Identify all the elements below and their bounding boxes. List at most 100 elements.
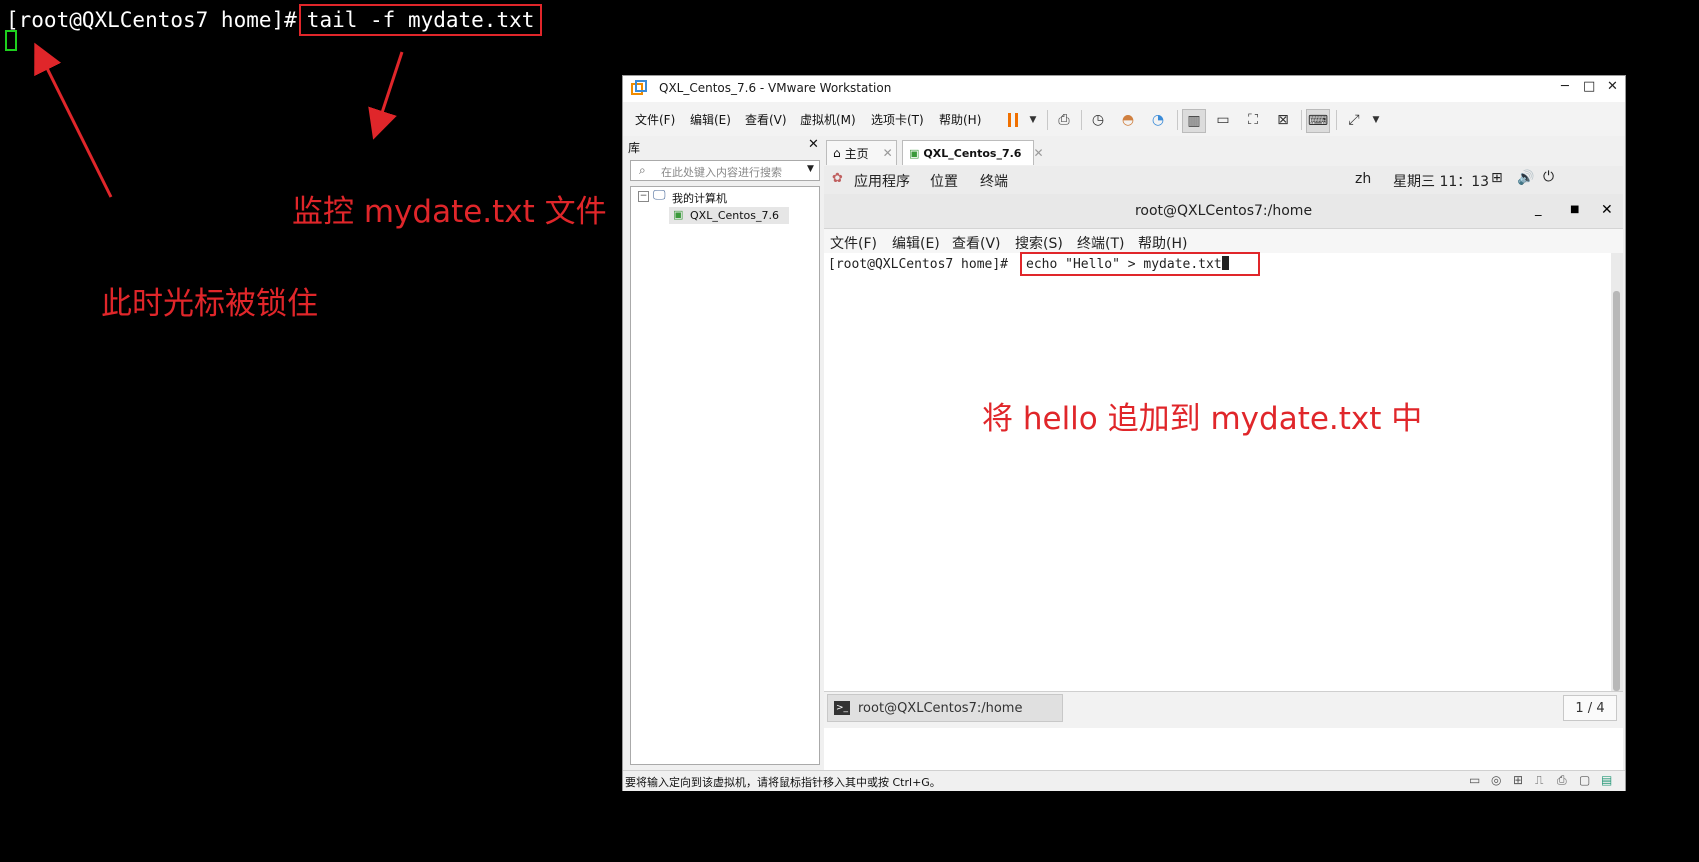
fullscreen-icon[interactable]: ⛶	[1242, 109, 1264, 131]
network-adapter-icon[interactable]: ⊞	[1513, 773, 1523, 787]
guest-scrollbar-thumb[interactable]	[1613, 291, 1620, 691]
tree-item-vm-label: QXL_Centos_7.6	[690, 209, 780, 222]
vm-tabbar: ⌂ 主页 ✕ ▣ QXL_Centos_7.6 ✕	[824, 136, 1623, 166]
library-panel: 库 ✕ ⌕ 在此处键入内容进行搜索 ▼ − 🖵 我的计算机 ▣ QXL_Cent…	[626, 136, 822, 770]
printer-icon[interactable]: ⎙	[1557, 773, 1567, 788]
tree-collapse-icon[interactable]: −	[638, 191, 649, 202]
guest-terminal-title: root@QXLCentos7:/home	[1134, 203, 1313, 219]
snapshot-icon[interactable]: ◷	[1087, 109, 1109, 131]
guest-terminal-body[interactable]: [root@QXLCentos7 home]# echo "Hello" > m…	[824, 252, 1611, 685]
gt-menu-help[interactable]: 帮助(H)	[1138, 233, 1187, 253]
maximize-button[interactable]: □	[1583, 79, 1595, 94]
menu-help[interactable]: 帮助(H)	[939, 111, 981, 128]
library-tree: − 🖵 我的计算机 ▣ QXL_Centos_7.6	[630, 186, 820, 765]
guest-prompt: [root@QXLCentos7 home]#	[828, 257, 1009, 272]
toolbar-separator	[1301, 110, 1302, 130]
toolbar-separator	[1047, 110, 1048, 130]
display-icon[interactable]: ▢	[1579, 773, 1590, 787]
status-text: 要将输入定向到该虚拟机，请将鼠标指针移入其中或按 Ctrl+G。	[625, 776, 941, 789]
tree-my-computer[interactable]: 我的计算机	[672, 190, 727, 206]
console-icon[interactable]: ⌨	[1306, 109, 1330, 133]
tab-close-icon[interactable]: ✕	[1033, 146, 1043, 160]
toolbar-separator	[1336, 110, 1337, 130]
unity-icon[interactable]: ⊠	[1272, 109, 1294, 131]
vmware-titlebar: QXL_Centos_7.6 - VMware Workstation ─ □ …	[623, 76, 1625, 102]
tab-close-icon[interactable]: ✕	[883, 146, 893, 160]
vmware-menubar: 文件(F) 编辑(E) 查看(V) 虚拟机(M) 选项卡(T) 帮助(H) ▼ …	[623, 102, 1625, 136]
tab-home[interactable]: ⌂ 主页 ✕	[826, 140, 897, 165]
network-icon[interactable]: ⊞	[1491, 170, 1503, 186]
menu-edit[interactable]: 编辑(E)	[690, 111, 731, 128]
gt-menu-terminal[interactable]: 终端(T)	[1077, 233, 1124, 253]
pause-dropdown-icon[interactable]: ▼	[1022, 109, 1044, 131]
console-view-icon[interactable]: ▭	[1212, 109, 1234, 131]
vmware-status-bar: 要将输入定向到该虚拟机，请将鼠标指针移入其中或按 Ctrl+G。 ▭ ◎ ⊞ ⎍…	[623, 770, 1625, 791]
guest-taskbar: >_ root@QXLCentos7:/home 1 / 4	[824, 691, 1623, 728]
vm-tab-icon: ▣	[909, 146, 920, 160]
guest-terminal-window: root@QXLCentos7:/home _ ■ ✕ 文件(F) 编辑(E) …	[824, 194, 1623, 772]
library-title: 库	[628, 141, 641, 155]
pause-icon[interactable]	[1002, 109, 1024, 131]
gnome-clock[interactable]: 星期三 11：13	[1393, 171, 1489, 191]
gnome-terminal-menu[interactable]: 终端	[980, 171, 1008, 191]
gt-menu-edit[interactable]: 编辑(E)	[892, 233, 940, 253]
usb-icon[interactable]: ⎍	[1535, 773, 1543, 788]
annotation-append: 将 hello 追加到 mydate.txt 中	[982, 401, 1423, 437]
menu-tabs[interactable]: 选项卡(T)	[871, 111, 924, 128]
terminal-app-icon: >_	[834, 701, 850, 715]
workspace-pager[interactable]: 1 / 4	[1563, 695, 1617, 721]
taskbar-terminal-label: root@QXLCentos7:/home	[858, 700, 1023, 716]
gt-menu-view[interactable]: 查看(V)	[952, 233, 1001, 253]
arrow-to-cursor	[34, 42, 113, 198]
arrow-to-command	[368, 51, 404, 140]
cdrom-icon[interactable]: ◎	[1491, 773, 1501, 787]
vm-main-area: ⌂ 主页 ✕ ▣ QXL_Centos_7.6 ✕ ✿ 应用程序 位置 终端 z…	[824, 136, 1623, 772]
snapshot-manager-icon[interactable]: ◔	[1147, 109, 1169, 131]
library-search-input[interactable]: ⌕ 在此处键入内容进行搜索 ▼	[630, 160, 820, 181]
send-ctrl-alt-del-icon[interactable]: ⎙	[1053, 109, 1075, 131]
volume-icon[interactable]: 🔊	[1517, 170, 1534, 186]
gnome-input-lang[interactable]: zh	[1355, 171, 1371, 187]
guest-caret	[1221, 256, 1229, 270]
vmware-logo-icon	[631, 80, 647, 95]
close-button[interactable]: ✕	[1607, 79, 1618, 94]
home-icon: ⌂	[833, 146, 841, 160]
search-dropdown-icon[interactable]: ▼	[807, 164, 814, 174]
tab-vm[interactable]: ▣ QXL_Centos_7.6 ✕	[902, 140, 1044, 165]
toolbar-separator	[1177, 110, 1178, 130]
menu-file[interactable]: 文件(F)	[635, 111, 675, 128]
library-search-placeholder: 在此处键入内容进行搜索	[661, 166, 782, 179]
stretch-dropdown-icon[interactable]: ▼	[1365, 109, 1387, 131]
menu-view[interactable]: 查看(V)	[745, 111, 787, 128]
gnome-places[interactable]: 位置	[930, 171, 958, 191]
minimize-button[interactable]: ─	[1561, 79, 1569, 94]
library-close-icon[interactable]: ✕	[808, 137, 819, 152]
library-header: 库 ✕	[626, 136, 822, 158]
guest-minimize-button[interactable]: _	[1535, 202, 1542, 217]
gnome-apps-icon: ✿	[832, 171, 843, 186]
revert-snapshot-icon[interactable]: ◓	[1117, 109, 1139, 131]
tree-item-vm[interactable]: ▣ QXL_Centos_7.6	[669, 207, 789, 224]
tab-home-label: 主页	[844, 146, 869, 161]
guest-maximize-button[interactable]: ■	[1570, 204, 1579, 215]
library-view-icon[interactable]: ▥	[1182, 109, 1206, 133]
hdd-icon[interactable]: ▭	[1469, 773, 1480, 787]
guest-command-highlight: echo "Hello" > mydate.txt	[1020, 252, 1260, 276]
guest-close-button[interactable]: ✕	[1601, 202, 1613, 218]
gt-menu-search[interactable]: 搜索(S)	[1015, 233, 1063, 253]
vmware-title: QXL_Centos_7.6 - VMware Workstation	[659, 81, 892, 95]
guest-scrollbar[interactable]	[1611, 253, 1623, 691]
taskbar-terminal-item[interactable]: >_ root@QXLCentos7:/home	[827, 694, 1063, 722]
toolbar-separator	[1081, 110, 1082, 130]
gnome-applications[interactable]: 应用程序	[854, 171, 910, 191]
guest-terminal-menubar: 文件(F) 编辑(E) 查看(V) 搜索(S) 终端(T) 帮助(H)	[824, 229, 1623, 253]
gt-menu-file[interactable]: 文件(F)	[830, 233, 877, 253]
computer-icon: 🖵	[653, 188, 666, 203]
message-icon[interactable]: ▤	[1601, 773, 1612, 787]
stretch-icon[interactable]: ⤢	[1343, 109, 1365, 131]
guest-terminal-titlebar: root@QXLCentos7:/home _ ■ ✕	[824, 194, 1623, 229]
vm-icon: ▣	[673, 208, 684, 221]
power-icon[interactable]: ⏻	[1543, 169, 1554, 185]
menu-vm[interactable]: 虚拟机(M)	[800, 111, 856, 128]
search-icon: ⌕	[639, 163, 646, 177]
